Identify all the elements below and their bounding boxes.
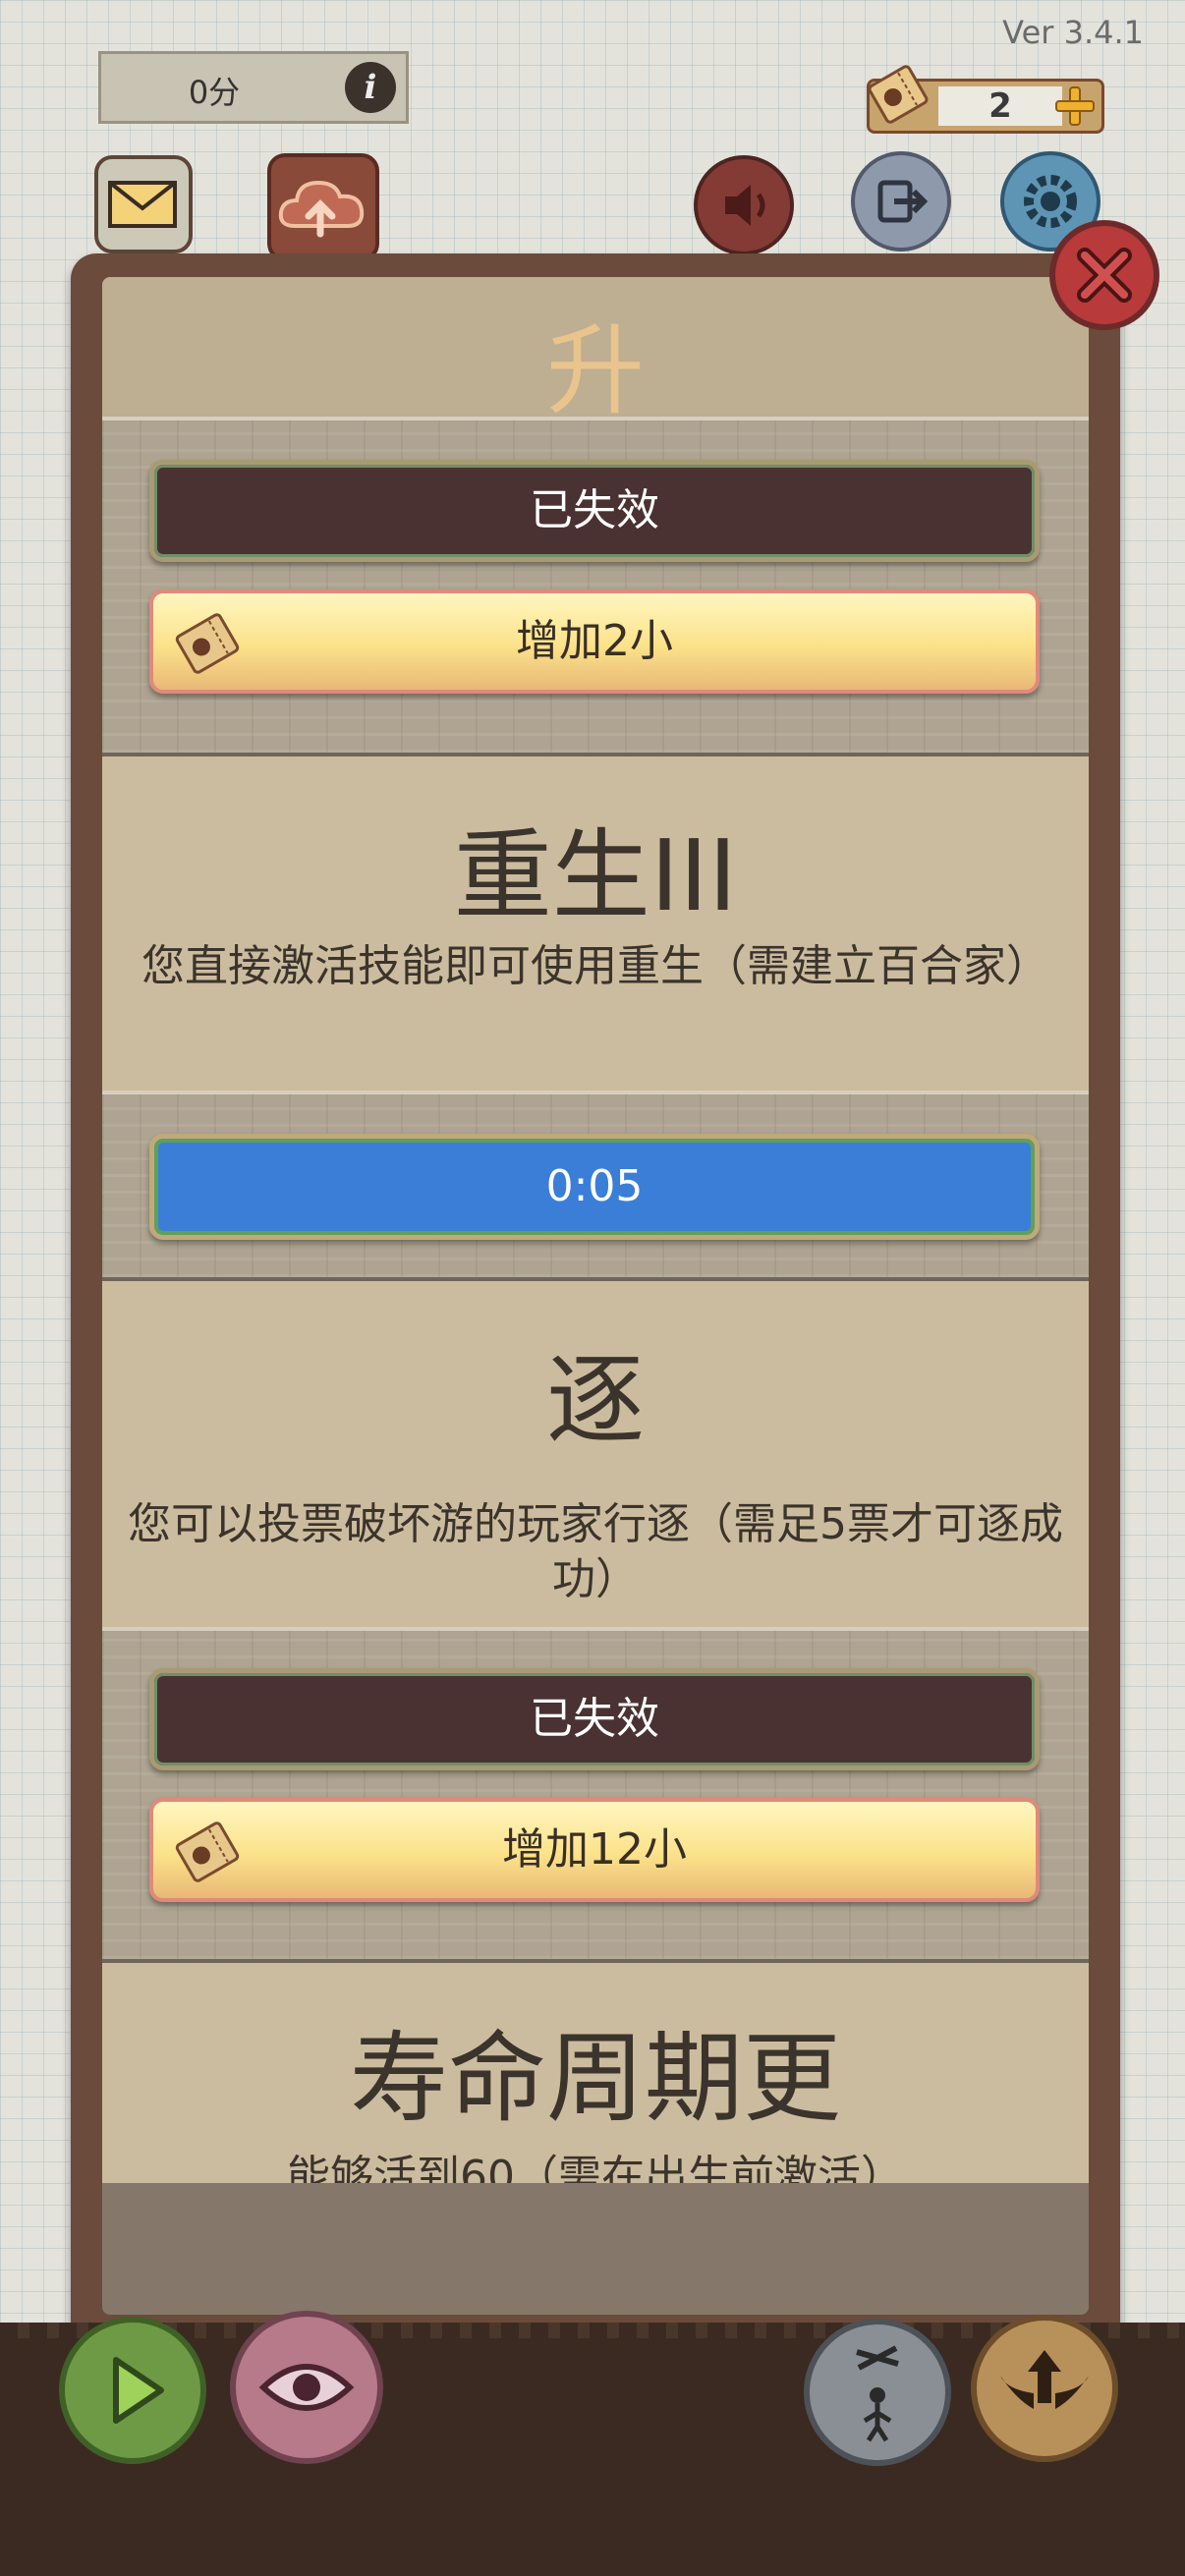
wings-upgrade-icon: [1000, 2350, 1089, 2409]
skill-card-kick: 逐 您可以投票破坏游的玩家行逐（需足5票才可逐成功）: [102, 1281, 1089, 1627]
info-icon[interactable]: i: [345, 62, 396, 113]
skill-description: 您直接激活技能即可使用重生（需建立百合家）: [141, 941, 1049, 991]
add-time-button[interactable]: 增加2小: [149, 589, 1040, 694]
section-timer: 0:05: [102, 1091, 1089, 1281]
skill-title: 寿命周期更: [350, 2021, 841, 2136]
add-time-button[interactable]: 增加12小: [149, 1798, 1040, 1902]
section-buttons: 已失效 增加12小: [102, 1627, 1089, 1963]
exit-button[interactable]: [851, 151, 951, 252]
puppet-button[interactable]: [804, 2319, 951, 2466]
cloud-upload-button[interactable]: [267, 153, 379, 261]
view-button[interactable]: [230, 2311, 383, 2464]
skill-title: 重生III: [453, 818, 738, 933]
expired-status-button[interactable]: 已失效: [149, 1668, 1040, 1770]
cloud-upload-icon: [278, 180, 365, 238]
section-buttons: 已失效 增加2小: [102, 417, 1089, 756]
ticket-icon: [866, 60, 931, 129]
add-time-label: 增加2小: [516, 616, 673, 666]
ticket-icon: [171, 1816, 244, 1888]
eye-icon: [258, 2364, 355, 2411]
ticket-counter: 2: [867, 65, 1104, 134]
skill-description: 您可以投票破坏游的玩家行逐（需足5票才可逐成功）: [128, 1499, 1063, 1604]
expired-status-button[interactable]: 已失效: [149, 460, 1040, 562]
add-tickets-button[interactable]: [1052, 84, 1098, 129]
add-time-label: 增加12小: [502, 1824, 687, 1875]
skill-title: 逐: [546, 1343, 645, 1458]
panel-header: 升: [102, 277, 1089, 428]
panel-footer: [102, 2183, 1089, 2315]
play-icon: [113, 2357, 164, 2424]
panel-title: 升: [546, 313, 645, 428]
sound-button[interactable]: [694, 155, 794, 255]
upgrade-panel: 升 已失效 增加2小 重生III 您直接激活技能即可使用重生（需建立百合家） 0…: [102, 277, 1089, 2315]
speaker-icon: [725, 185, 765, 226]
mail-icon: [108, 181, 177, 228]
timer-button[interactable]: 0:05: [149, 1134, 1040, 1240]
upgrade-button[interactable]: [971, 2315, 1118, 2462]
ticket-count: 2: [938, 86, 1062, 126]
exit-icon: [877, 180, 929, 223]
plus-icon: [1055, 86, 1095, 126]
version-label: Ver 3.4.1: [1002, 14, 1144, 51]
skill-card-rebirth: 重生III 您直接激活技能即可使用重生（需建立百合家）: [102, 756, 1089, 1091]
mail-button[interactable]: [94, 155, 193, 253]
close-button[interactable]: [1049, 220, 1159, 330]
score-value: 0分: [188, 74, 241, 111]
play-button[interactable]: [59, 2317, 206, 2464]
close-icon: [1077, 248, 1132, 303]
score-display: 0分 i: [98, 51, 409, 124]
ticket-icon: [171, 607, 244, 680]
puppet-icon: [856, 2345, 899, 2442]
